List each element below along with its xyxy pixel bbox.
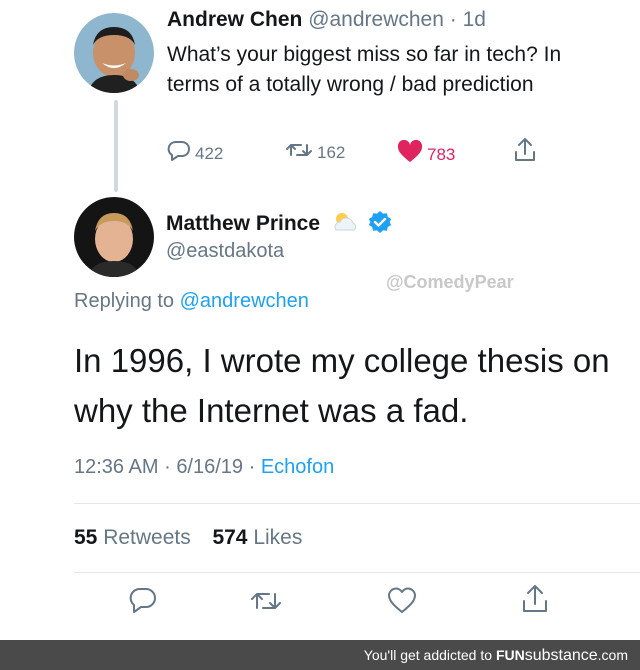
heart-outline-icon	[387, 587, 417, 620]
footer-suffix: .com	[597, 647, 628, 663]
andrew-chen-avatar[interactable]	[74, 13, 154, 93]
matthew-prince-avatar[interactable]	[74, 197, 154, 277]
tweet2-header: Matthew Prince	[166, 210, 392, 240]
tweet2-reply-button[interactable]	[128, 586, 158, 621]
tweet1-share-action[interactable]	[512, 137, 538, 168]
replying-to-line: Replying to @andrewchen	[74, 290, 309, 313]
tweet1-retweet-action[interactable]: 162	[285, 140, 345, 165]
tweet2-client-link[interactable]: Echofon	[261, 456, 334, 478]
tweet2-meta-separator-1: ·	[164, 456, 171, 478]
divider-bottom	[74, 572, 640, 573]
thread-connector-line	[114, 100, 118, 192]
tweet1-like-action[interactable]: 783	[397, 139, 456, 169]
tweet2-author-handle[interactable]: @eastdakota	[166, 240, 284, 263]
tweet2-meta-separator-2: ·	[248, 456, 256, 478]
tweet1-reply-count: 422	[195, 143, 224, 163]
tweet1-author-handle[interactable]: @andrewchen	[308, 8, 444, 31]
likes-stat[interactable]: 574 Likes	[212, 526, 302, 549]
replying-to-label: Replying to	[74, 290, 175, 312]
divider-top	[74, 503, 640, 504]
tweet2-date[interactable]: 6/16/19	[176, 456, 243, 478]
tweet2-share-button[interactable]	[519, 583, 551, 620]
reply-icon	[128, 587, 158, 620]
tweet2-text: In 1996, I wrote my college thesis on wh…	[74, 342, 610, 429]
verified-badge-icon	[368, 210, 392, 240]
tweet1-text: What’s your biggest miss so far in tech?…	[167, 43, 562, 96]
tweet1-age[interactable]: 1d	[463, 8, 486, 31]
tweet1-like-count: 783	[427, 144, 456, 164]
like-total: 574	[212, 526, 248, 549]
retweet-icon	[285, 140, 313, 165]
tweet2-stats: 55 Retweets 574 Likes	[74, 526, 302, 550]
share-icon	[512, 137, 538, 168]
tweet2-like-button[interactable]	[387, 586, 417, 621]
tweet2-time[interactable]: 12:36 AM	[74, 456, 159, 478]
tweet2-meta: 12:36 AM · 6/16/19 · Echofon	[74, 456, 334, 479]
footer-tagline[interactable]: You'll get addicted to FUNsubstance.com	[364, 647, 628, 665]
sun-behind-cloud-emoji	[330, 210, 360, 240]
retweets-label: Retweets	[103, 526, 191, 549]
tweet1-reply-action[interactable]: 422	[167, 140, 223, 167]
heart-icon	[397, 139, 423, 169]
tweet2-retweet-button[interactable]	[250, 586, 282, 621]
footer-brand-substance: substance	[524, 647, 598, 664]
tweet1-separator: ·	[449, 8, 457, 31]
footer-prefix: You'll get addicted to	[363, 647, 493, 663]
likes-label: Likes	[253, 526, 303, 549]
tweet1-header: Andrew Chen @andrewchen · 1d	[167, 8, 486, 32]
tweet1-author-name[interactable]: Andrew Chen	[167, 8, 302, 31]
reply-icon	[167, 140, 191, 167]
retweet-total: 55	[74, 526, 98, 549]
retweets-stat[interactable]: 55 Retweets	[74, 526, 191, 549]
comedypear-watermark: @ComedyPear	[386, 272, 514, 292]
replying-to-handle-link[interactable]: @andrewchen	[180, 290, 309, 312]
funsubstance-footer-banner: You'll get addicted to FUNsubstance.com	[0, 640, 640, 670]
footer-brand-fun: FUN	[495, 647, 525, 663]
tweet2-author-name[interactable]: Matthew Prince	[166, 212, 320, 235]
retweet-icon	[250, 593, 282, 620]
tweet1-retweet-count: 162	[317, 142, 346, 162]
share-icon	[519, 585, 551, 619]
